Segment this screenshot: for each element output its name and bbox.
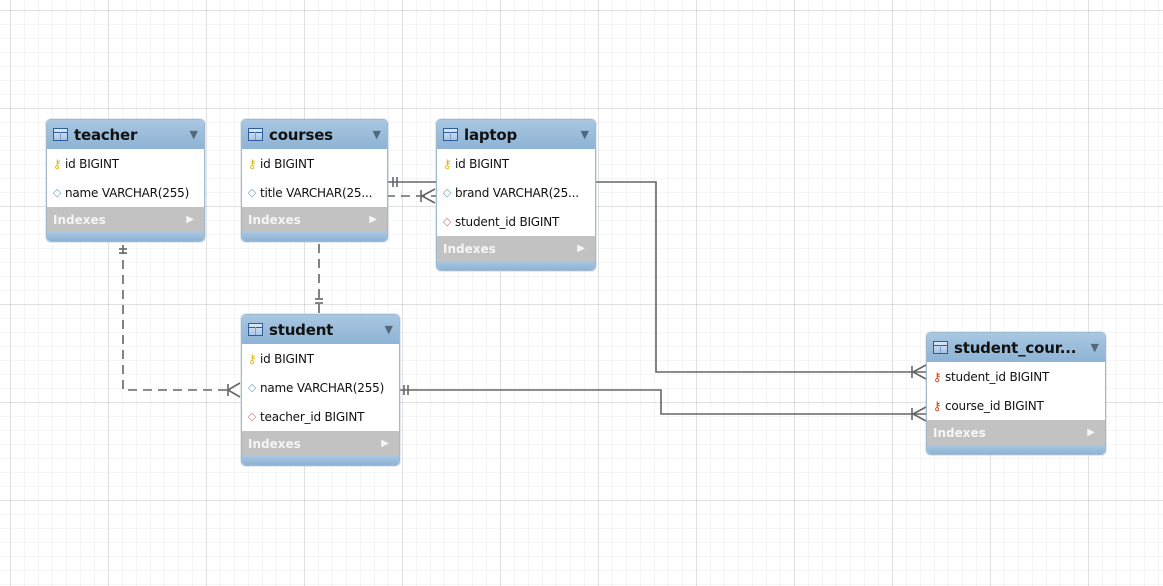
expand-arrow-icon[interactable]: ▶ [577,243,585,254]
column-row[interactable]: ◇ name VARCHAR(255) [242,373,399,402]
indexes-label: Indexes [248,436,301,451]
entity-footer [437,261,595,270]
column-row[interactable]: ◇ name VARCHAR(255) [47,178,204,207]
table-icon [933,341,948,354]
entity-footer [47,232,204,241]
column-label: id BIGINT [260,351,314,366]
entity-header[interactable]: laptop ▼ [437,120,595,149]
column-label: title VARCHAR(25... [260,185,373,200]
entity-laptop[interactable]: laptop ▼ ⚷ id BIGINT ◇ brand VARCHAR(25.… [436,119,596,271]
entity-footer [927,445,1105,454]
table-icon [248,128,263,141]
not-null-column-icon: ◇ [52,186,62,199]
indexes-section[interactable]: Indexes ▶ [47,207,204,232]
column-row[interactable]: ⚷ course_id BIGINT [927,391,1105,420]
column-label: id BIGINT [455,156,509,171]
column-label: id BIGINT [260,156,314,171]
column-row[interactable]: ⚷ id BIGINT [47,149,204,178]
entity-header[interactable]: courses ▼ [242,120,387,149]
primary-key-icon: ⚷ [247,351,257,366]
relationship-teacher-student [122,245,228,391]
not-null-column-icon: ◇ [247,381,257,394]
table-icon [248,323,263,336]
collapse-arrow-icon[interactable]: ▼ [385,323,393,336]
entity-title: teacher [74,125,138,144]
not-null-column-icon: ◇ [247,186,257,199]
entity-title: student_cour... [954,338,1077,357]
foreign-key-column-icon: ◇ [247,410,257,423]
expand-arrow-icon[interactable]: ▶ [381,438,389,449]
entity-footer [242,456,399,465]
primary-key-icon: ⚷ [52,156,62,171]
column-label: name VARCHAR(255) [260,380,385,395]
column-label: student_id BIGINT [945,369,1050,384]
column-row[interactable]: ◇ brand VARCHAR(25... [437,178,595,207]
column-row[interactable]: ◇ teacher_id BIGINT [242,402,399,431]
column-label: brand VARCHAR(25... [455,185,579,200]
not-null-column-icon: ◇ [442,186,452,199]
entity-courses[interactable]: courses ▼ ⚷ id BIGINT ◇ title VARCHAR(25… [241,119,388,242]
entity-student-course[interactable]: student_cour... ▼ ⚷ student_id BIGINT ⚷ … [926,332,1106,455]
indexes-label: Indexes [443,241,496,256]
entity-title: courses [269,125,333,144]
table-icon [53,128,68,141]
relationship-student-studentcourse [398,389,926,415]
indexes-label: Indexes [248,212,301,227]
collapse-arrow-icon[interactable]: ▼ [581,128,589,141]
expand-arrow-icon[interactable]: ▶ [1087,427,1095,438]
entity-header[interactable]: student ▼ [242,315,399,344]
relationship-laptop-studentcourse [594,181,926,373]
collapse-arrow-icon[interactable]: ▼ [1091,341,1099,354]
column-row[interactable]: ◇ title VARCHAR(25... [242,178,387,207]
column-row[interactable]: ◇ student_id BIGINT [437,207,595,236]
primary-foreign-key-icon: ⚷ [932,369,942,384]
entity-footer [242,232,387,241]
column-label: student_id BIGINT [455,214,560,229]
column-row[interactable]: ⚷ id BIGINT [437,149,595,178]
indexes-label: Indexes [933,425,986,440]
er-diagram-canvas: teacher ▼ ⚷ id BIGINT ◇ name VARCHAR(255… [0,0,1163,586]
column-row[interactable]: ⚷ id BIGINT [242,149,387,178]
entity-title: laptop [464,125,518,144]
table-icon [443,128,458,141]
expand-arrow-icon[interactable]: ▶ [369,214,377,225]
expand-arrow-icon[interactable]: ▶ [186,214,194,225]
entity-teacher[interactable]: teacher ▼ ⚷ id BIGINT ◇ name VARCHAR(255… [46,119,205,242]
entity-header[interactable]: teacher ▼ [47,120,204,149]
column-label: teacher_id BIGINT [260,409,365,424]
indexes-section[interactable]: Indexes ▶ [927,420,1105,445]
entity-title: student [269,320,334,339]
indexes-section[interactable]: Indexes ▶ [437,236,595,261]
column-row[interactable]: ⚷ student_id BIGINT [927,362,1105,391]
collapse-arrow-icon[interactable]: ▼ [190,128,198,141]
primary-foreign-key-icon: ⚷ [932,398,942,413]
primary-key-icon: ⚷ [247,156,257,171]
relationship-lines [119,177,927,422]
column-label: name VARCHAR(255) [65,185,190,200]
crows-foot-many [226,382,241,398]
column-label: course_id BIGINT [945,398,1044,413]
indexes-section[interactable]: Indexes ▶ [242,431,399,456]
entity-header[interactable]: student_cour... ▼ [927,333,1105,362]
indexes-label: Indexes [53,212,106,227]
foreign-key-column-icon: ◇ [442,215,452,228]
indexes-section[interactable]: Indexes ▶ [242,207,387,232]
primary-key-icon: ⚷ [442,156,452,171]
collapse-arrow-icon[interactable]: ▼ [373,128,381,141]
column-label: id BIGINT [65,156,119,171]
column-row[interactable]: ⚷ id BIGINT [242,344,399,373]
entity-student[interactable]: student ▼ ⚷ id BIGINT ◇ name VARCHAR(255… [241,314,400,466]
